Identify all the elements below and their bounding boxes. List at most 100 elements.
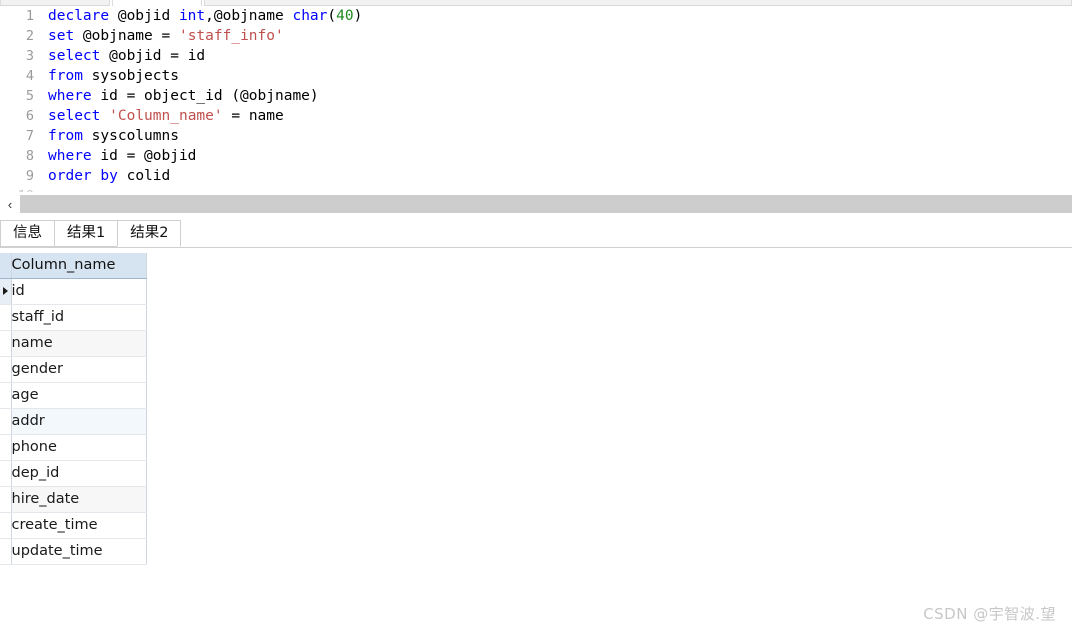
code-token-kw: select bbox=[48, 48, 101, 64]
table-cell-column-name[interactable]: create_time bbox=[11, 512, 147, 539]
table-cell-column-name[interactable]: addr bbox=[11, 408, 147, 435]
table-row[interactable]: addr bbox=[0, 408, 147, 435]
row-gutter-current-row-arrow-icon[interactable] bbox=[0, 278, 12, 305]
code-line[interactable]: 8 where id = @objid bbox=[0, 146, 1072, 166]
code-token-pl: ( bbox=[327, 8, 337, 24]
code-line[interactable]: 1 declare @objid int,@objname char(40) bbox=[0, 6, 1072, 26]
code-token-str: 'Column_name' bbox=[109, 108, 223, 124]
results-grid[interactable]: Column_name id staff_id name gender age addr p… bbox=[0, 253, 147, 565]
table-row[interactable]: phone bbox=[0, 434, 147, 461]
row-gutter[interactable] bbox=[0, 538, 12, 565]
code-line-text: where id = @objid bbox=[48, 146, 196, 166]
code-token-kw: where bbox=[48, 88, 92, 104]
code-token-pl: ,@objname bbox=[205, 8, 293, 24]
code-line[interactable]: 5 where id = object_id (@objname) bbox=[0, 86, 1072, 106]
code-line-text: order by colid bbox=[48, 166, 170, 186]
results-table: Column_name id staff_id name gender age addr p… bbox=[0, 253, 147, 565]
code-token-pl: id = object_id (@objname) bbox=[91, 88, 319, 104]
table-cell-column-name[interactable]: update_time bbox=[11, 538, 147, 565]
row-gutter[interactable] bbox=[0, 408, 12, 435]
table-row[interactable]: staff_id bbox=[0, 304, 147, 331]
scrollbar-track[interactable] bbox=[20, 195, 1072, 213]
line-number: 1 bbox=[25, 8, 34, 24]
result-tab-2[interactable]: 结果1 bbox=[54, 220, 119, 247]
line-number: 3 bbox=[25, 48, 34, 64]
code-line[interactable]: 6 select 'Column_name' = name bbox=[0, 106, 1072, 126]
code-token-kw: from bbox=[48, 68, 83, 84]
line-number: 2 bbox=[25, 28, 34, 44]
code-line-text: set @objname = 'staff_info' bbox=[48, 26, 284, 46]
row-gutter[interactable] bbox=[0, 434, 12, 461]
code-token-str: 'staff_info' bbox=[178, 28, 284, 44]
row-gutter-header bbox=[0, 253, 12, 279]
code-line-text: where id = object_id (@objname) bbox=[48, 86, 319, 106]
table-cell-column-name[interactable]: hire_date bbox=[11, 486, 147, 513]
code-line[interactable]: 7 from syscolumns bbox=[0, 126, 1072, 146]
table-row[interactable]: id bbox=[0, 278, 147, 305]
table-header-row: Column_name bbox=[0, 253, 147, 279]
row-gutter[interactable] bbox=[0, 486, 12, 513]
code-token-pl: = name bbox=[222, 108, 284, 124]
result-tab-3[interactable]: 结果2 bbox=[117, 220, 182, 247]
table-row[interactable]: gender bbox=[0, 356, 147, 383]
table-cell-column-name[interactable]: id bbox=[11, 278, 147, 305]
table-cell-column-name[interactable]: phone bbox=[11, 434, 147, 461]
result-tab-1[interactable]: 信息 bbox=[0, 220, 55, 247]
code-line[interactable]: 3 select @objid = id bbox=[0, 46, 1072, 66]
code-line-text: select 'Column_name' = name bbox=[48, 106, 284, 126]
table-cell-column-name[interactable]: dep_id bbox=[11, 460, 147, 487]
code-token-kw: from bbox=[48, 128, 83, 144]
row-gutter[interactable] bbox=[0, 356, 12, 383]
editor-horizontal-scrollbar[interactable]: ‹ bbox=[0, 193, 1072, 215]
code-line[interactable]: 2 set @objname = 'staff_info' bbox=[0, 26, 1072, 46]
code-token-pl: ) bbox=[353, 8, 363, 24]
code-token-pl: sysobjects bbox=[82, 68, 179, 84]
sql-code-editor[interactable]: 1 declare @objid int,@objname char(40) 2 se… bbox=[0, 6, 1072, 192]
table-row[interactable]: name bbox=[0, 330, 147, 357]
code-line-text: select @objid = id bbox=[48, 46, 205, 66]
code-line[interactable]: 9 order by colid bbox=[0, 166, 1072, 186]
scroll-left-arrow-icon[interactable]: ‹ bbox=[0, 193, 20, 215]
row-gutter[interactable] bbox=[0, 512, 12, 539]
table-cell-column-name[interactable]: gender bbox=[11, 356, 147, 383]
sql-client-window: 1 declare @objid int,@objname char(40) 2 se… bbox=[0, 0, 1072, 630]
table-cell-column-name[interactable]: name bbox=[11, 330, 147, 357]
csdn-watermark: CSDN @宇智波.望 bbox=[923, 605, 1056, 623]
code-token-pl: colid bbox=[117, 168, 171, 184]
code-line-text: from sysobjects bbox=[48, 66, 179, 86]
table-row[interactable]: update_time bbox=[0, 538, 147, 565]
row-gutter[interactable] bbox=[0, 304, 12, 331]
code-token-kw: where bbox=[48, 148, 92, 164]
code-token-kw: int bbox=[178, 8, 206, 24]
code-token-num: 40 bbox=[336, 8, 354, 24]
code-line[interactable]: 4 from sysobjects bbox=[0, 66, 1072, 86]
line-number: 4 bbox=[25, 68, 34, 84]
line-number: 6 bbox=[25, 108, 34, 124]
scrollbar-thumb[interactable] bbox=[20, 195, 1072, 213]
table-cell-column-name[interactable]: age bbox=[11, 382, 147, 409]
table-row[interactable]: create_time bbox=[0, 512, 147, 539]
table-row[interactable]: hire_date bbox=[0, 486, 147, 513]
results-table-body: id staff_id name gender age addr phone dep_id hi… bbox=[0, 278, 147, 565]
code-token-pl: id = @objid bbox=[91, 148, 197, 164]
row-gutter[interactable] bbox=[0, 460, 12, 487]
code-token-kw: by bbox=[100, 168, 118, 184]
code-token-kw: select bbox=[48, 108, 101, 124]
column-header-column-name[interactable]: Column_name bbox=[11, 253, 147, 279]
code-token-kw: set bbox=[48, 28, 75, 44]
table-row[interactable]: age bbox=[0, 382, 147, 409]
code-line-text: declare @objid int,@objname char(40) bbox=[48, 6, 362, 26]
code-token-pl: @objname = bbox=[74, 28, 179, 44]
table-cell-column-name[interactable]: staff_id bbox=[11, 304, 147, 331]
line-number: 5 bbox=[25, 88, 34, 104]
row-gutter[interactable] bbox=[0, 382, 12, 409]
line-number: 9 bbox=[25, 168, 34, 184]
table-row[interactable]: dep_id bbox=[0, 460, 147, 487]
code-line-list: 1 declare @objid int,@objname char(40) 2 se… bbox=[0, 6, 1072, 192]
code-line[interactable]: 10 bbox=[0, 186, 1072, 192]
code-token-pl: syscolumns bbox=[82, 128, 179, 144]
line-number: 8 bbox=[25, 148, 34, 164]
row-gutter[interactable] bbox=[0, 330, 12, 357]
code-token-kw: declare bbox=[48, 8, 110, 24]
